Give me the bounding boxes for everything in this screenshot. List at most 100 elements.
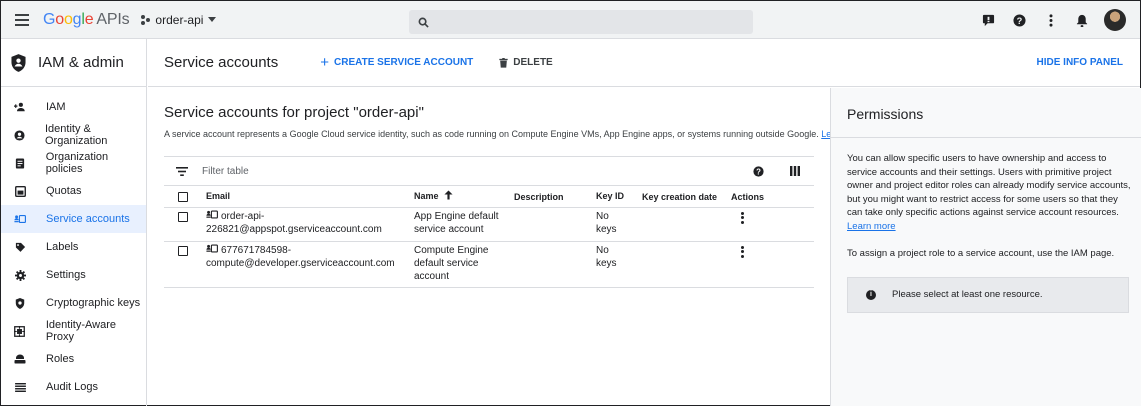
column-header-key-creation-date[interactable]: Key creation date (642, 192, 731, 202)
sidebar-item-label: Service accounts (46, 213, 130, 225)
column-header-description[interactable]: Description (514, 192, 596, 202)
service-account-icon (14, 214, 26, 224)
filter-bar[interactable]: Filter table ? (164, 156, 814, 186)
column-header-key-id[interactable]: Key ID (596, 190, 642, 203)
sidebar-item-label: Cryptographic keys (46, 297, 141, 309)
sidebar-item-organization-policies[interactable]: Organization policies (1, 149, 146, 177)
trash-icon (499, 57, 508, 68)
info-panel-divider (831, 137, 1141, 138)
info-icon: i (866, 289, 876, 300)
sidebar-item-labels[interactable]: Labels (1, 233, 146, 261)
label-icon (14, 242, 26, 253)
search-input[interactable] (435, 15, 735, 29)
help-icon[interactable]: ? (1013, 13, 1026, 27)
column-header-name[interactable]: Name (414, 190, 514, 203)
info-learn-more-link[interactable]: Learn more (847, 221, 896, 232)
google-apis-logo[interactable]: Google APIs (43, 11, 130, 29)
email-cell[interactable]: 677671784598- compute@developer.gservice… (206, 244, 414, 270)
actions-cell (731, 244, 775, 262)
actions-cell (731, 210, 775, 228)
row-checkbox[interactable] (178, 212, 188, 222)
sidebar-nav: IAM Identity & Organization Organization… (1, 87, 146, 401)
menu-icon[interactable] (15, 11, 29, 29)
permissions-description: You can allow specific users to have own… (847, 153, 1131, 232)
help-icon[interactable]: ? (753, 165, 764, 177)
svg-text:?: ? (756, 167, 761, 176)
sidebar-item-settings[interactable]: Settings (1, 261, 146, 289)
quota-icon (14, 185, 26, 197)
page-title: Service accounts (164, 54, 279, 71)
name-cell: Compute Engine default service account (414, 245, 489, 282)
arrow-up-icon (444, 190, 453, 200)
sidebar-item-quotas[interactable]: Quotas (1, 177, 146, 205)
notifications-icon[interactable] (1075, 14, 1088, 27)
filter-icon (176, 166, 188, 176)
sidebar-title: IAM & admin (38, 54, 124, 71)
sidebar-item-label: Identity-Aware Proxy (45, 319, 116, 343)
search-bar[interactable] (409, 10, 753, 34)
policy-doc-icon (14, 157, 26, 169)
avatar[interactable] (1104, 9, 1126, 31)
account-circle-icon (14, 129, 25, 141)
delete-button[interactable]: DELETE (499, 57, 553, 68)
sidebar-item-cryptographic-keys[interactable]: Cryptographic keys (1, 289, 146, 317)
key-id-cell: No keys (596, 211, 617, 235)
sidebar-item-label: Audit Logs (46, 381, 98, 393)
column-header-actions: Actions (731, 191, 765, 202)
row-checkbox[interactable] (178, 246, 188, 256)
shield-icon (14, 297, 26, 309)
sidebar-item-label: Labels (46, 241, 79, 253)
support-chat-icon[interactable] (982, 14, 995, 27)
table-header-row: Email Name Description Key ID Key creati… (164, 186, 814, 208)
page-header: Service accounts + CREATE SERVICE ACCOUN… (148, 39, 1140, 87)
roles-icon (14, 354, 26, 364)
proxy-icon (14, 325, 26, 337)
info-panel: Permissions You can allow specific users… (830, 88, 1141, 406)
hide-info-panel-button[interactable]: HIDE INFO PANEL (1037, 57, 1123, 68)
delete-button-label: DELETE (513, 57, 553, 68)
sidebar-item-identity-organization[interactable]: Identity & Organization (1, 121, 146, 149)
more-vert-icon[interactable] (1044, 13, 1057, 27)
column-display-icon[interactable] (790, 166, 800, 176)
gear-icon (14, 269, 26, 281)
create-service-account-button[interactable]: + CREATE SERVICE ACCOUNT (320, 54, 473, 71)
sidebar-item-service-accounts[interactable]: Service accounts (1, 205, 146, 233)
select-all-checkbox[interactable] (178, 191, 188, 202)
sidebar-item-label: Organization policies (45, 151, 109, 175)
assign-role-text: To assign a project role to a service ac… (847, 248, 1115, 259)
email-cell[interactable]: order-api- 226821@appspot.gserviceaccoun… (206, 210, 414, 236)
plus-icon: + (320, 54, 329, 71)
sidebar: IAM & admin IAM Identity & Organization … (1, 39, 147, 406)
project-dots-icon (141, 14, 151, 25)
sidebar-item-label: Identity & Organization (45, 123, 108, 147)
row-actions-menu-icon[interactable] (737, 244, 747, 259)
project-selector[interactable]: order-api (141, 13, 217, 27)
select-resource-notice: i Please select at least one resource. (847, 276, 1129, 313)
description-text: A service account represents a Google Cl… (164, 129, 819, 139)
sidebar-item-roles[interactable]: Roles (1, 345, 146, 373)
filter-table-label: Filter table (202, 165, 249, 177)
list-icon (14, 382, 26, 392)
table-row: order-api- 226821@appspot.gserviceaccoun… (164, 208, 814, 242)
sidebar-item-label: Quotas (46, 185, 82, 197)
sidebar-item-label: Roles (46, 353, 75, 365)
sidebar-item-label: IAM (46, 101, 66, 113)
top-app-bar: Google APIs order-api ? (1, 1, 1140, 39)
sidebar-item-iam[interactable]: IAM (1, 93, 146, 121)
sidebar-item-audit-logs[interactable]: Audit Logs (1, 373, 146, 401)
key-id-cell: No keys (596, 245, 617, 269)
service-account-icon (206, 244, 218, 253)
shield-user-icon (11, 53, 26, 72)
service-account-icon (206, 210, 218, 219)
sidebar-item-identity-aware-proxy[interactable]: Identity-Aware Proxy (1, 317, 146, 345)
svg-text:?: ? (1017, 15, 1023, 25)
name-cell: App Engine default service account (414, 211, 499, 235)
service-accounts-table: Filter table ? Email Name Description Ke… (164, 156, 814, 288)
table-row: 677671784598- compute@developer.gservice… (164, 242, 814, 288)
row-actions-menu-icon[interactable] (737, 210, 747, 225)
section-heading: Service accounts for project "order-api" (164, 104, 424, 121)
main-content: Service accounts for project "order-api"… (148, 88, 867, 406)
column-header-email[interactable]: Email (206, 190, 414, 203)
search-icon (418, 17, 429, 28)
create-button-label: CREATE SERVICE ACCOUNT (334, 57, 474, 68)
